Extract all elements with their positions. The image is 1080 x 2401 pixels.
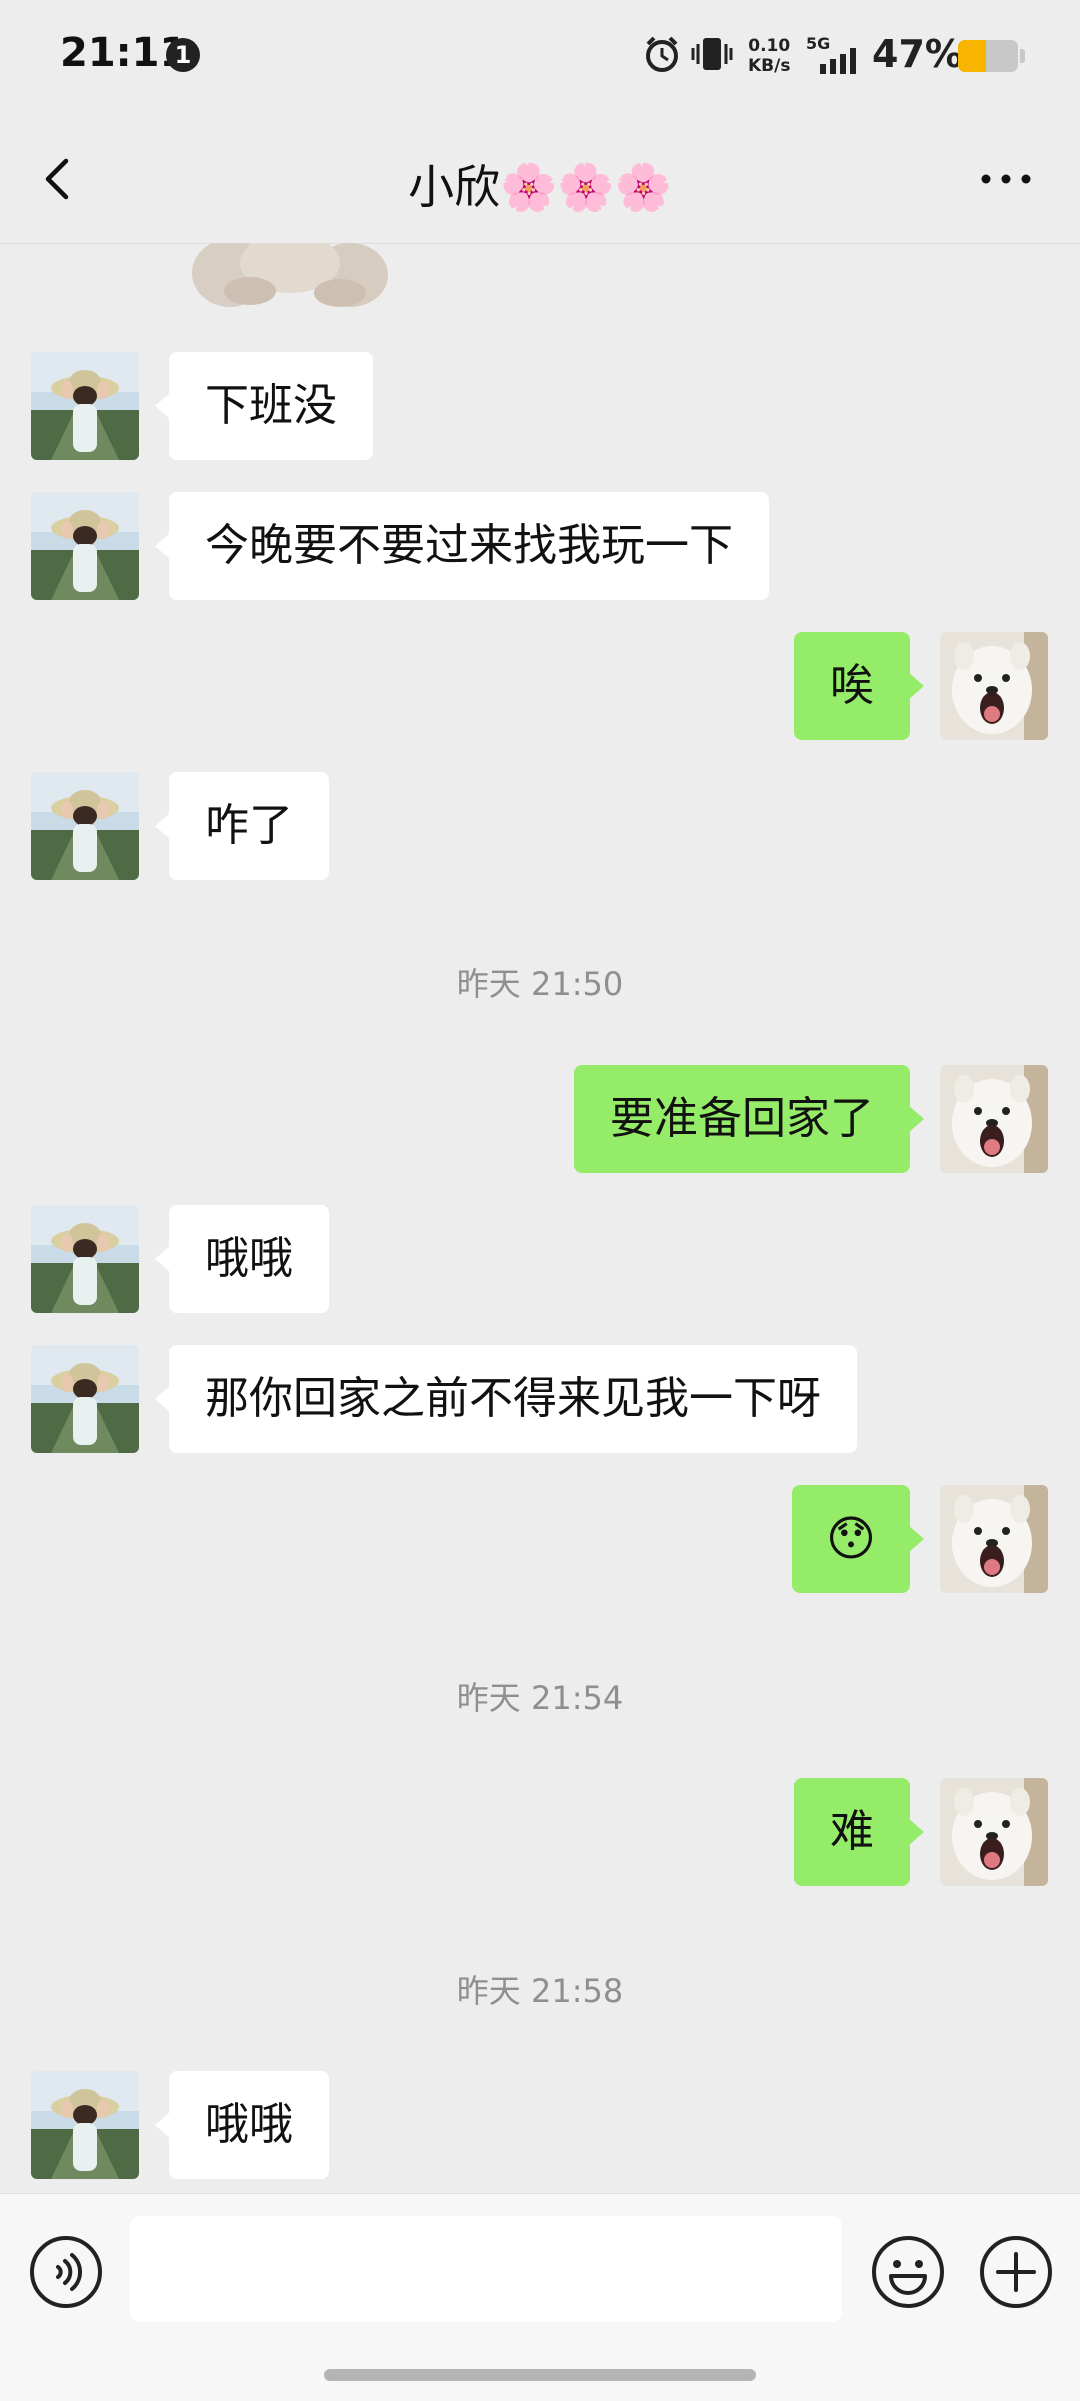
chat-title: 小欣🌸🌸🌸 [408,160,672,214]
chat-header: 小欣🌸🌸🌸 [0,115,1080,244]
contact-avatar[interactable] [31,1205,139,1313]
input-bar [0,2193,1080,2401]
battery-tip [1020,49,1025,63]
notification-badge: 1 [166,38,200,72]
emoji: 😯 [825,1511,877,1567]
message-bubble-outgoing[interactable]: 难 [794,1778,924,1886]
net-speed: 0.10 KB/s [748,36,791,76]
message-bubble-incoming[interactable]: 那你回家之前不得来见我一下呀 [155,1345,857,1453]
message-bubble-incoming[interactable]: 哦哦 [155,2071,329,2179]
my-avatar[interactable] [940,632,1048,740]
message-bubble-outgoing[interactable]: 唉 [794,632,924,740]
battery-icon [958,40,1018,72]
home-indicator[interactable] [324,2369,756,2381]
status-bar: 21:11 1 0.10 KB/s 5G 47% [0,0,1080,115]
battery-percent: 47% [872,32,963,76]
my-avatar[interactable] [940,1778,1048,1886]
contact-avatar[interactable] [31,1345,139,1453]
message-bubble-incoming[interactable]: 咋了 [155,772,329,880]
timestamp: 昨天 21:58 [456,1972,624,2010]
bear-sticker[interactable] [190,243,400,315]
message-bubble-outgoing[interactable]: 😯 [792,1485,924,1593]
message-bubble-incoming[interactable]: 哦哦 [155,1205,329,1313]
timestamp: 昨天 21:54 [456,1679,624,1717]
contact-avatar[interactable] [31,2071,139,2179]
my-avatar[interactable] [940,1485,1048,1593]
signal-icon [820,48,856,74]
message-list[interactable]: 下班没 今晚要不要过来找我玩一下 唉 咋了 昨天 21:50 要准备回家了 哦哦… [0,243,1080,2193]
voice-icon[interactable] [28,2234,104,2310]
plus-icon[interactable] [978,2234,1054,2310]
message-bubble-incoming[interactable]: 下班没 [155,352,373,460]
message-bubble-outgoing[interactable]: 要准备回家了 [574,1065,924,1173]
alarm-icon [646,36,678,72]
more-dots-icon[interactable] [972,151,1040,207]
my-avatar[interactable] [940,1065,1048,1173]
contact-avatar[interactable] [31,492,139,600]
emoji-icon[interactable] [870,2234,946,2310]
message-bubble-incoming[interactable]: 今晚要不要过来找我玩一下 [155,492,769,600]
contact-avatar[interactable] [31,352,139,460]
contact-avatar[interactable] [31,772,139,880]
timestamp: 昨天 21:50 [456,965,624,1003]
message-input[interactable] [130,2216,842,2322]
vibrate-icon [691,38,733,70]
battery-fill [958,40,987,72]
